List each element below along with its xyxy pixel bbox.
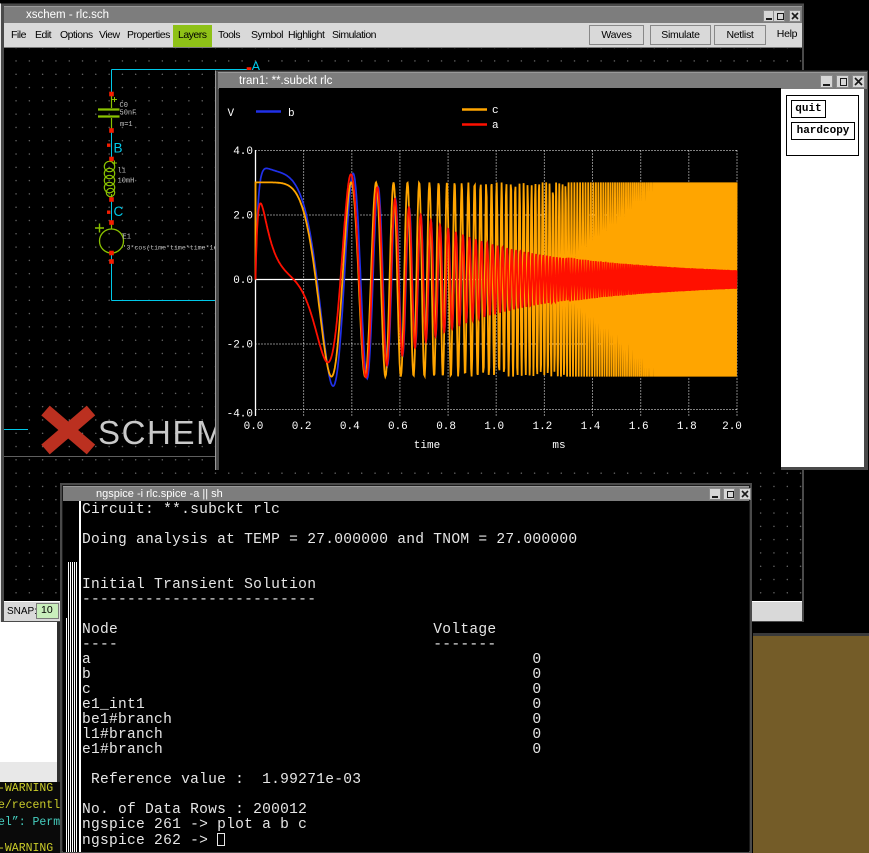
- svg-text:SCHEM: SCHEM: [98, 414, 225, 451]
- svg-text:1.8: 1.8: [677, 421, 697, 433]
- svg-text:0.2: 0.2: [292, 421, 312, 433]
- svg-text:ms: ms: [552, 440, 565, 452]
- svg-text:0.4: 0.4: [340, 421, 360, 433]
- svg-text:C: C: [114, 204, 124, 219]
- svg-text:1.2: 1.2: [532, 421, 552, 433]
- svg-text:b: b: [288, 108, 295, 120]
- svg-text:E1: E1: [123, 234, 131, 242]
- svg-text:1.6: 1.6: [629, 421, 649, 433]
- svg-text:10mH: 10mH: [118, 178, 135, 186]
- svg-text:c: c: [492, 105, 499, 117]
- svg-text:0.6: 0.6: [388, 421, 408, 433]
- svg-text:2.0: 2.0: [233, 211, 253, 223]
- svg-text:l1: l1: [118, 168, 126, 176]
- svg-text:0.0: 0.0: [244, 421, 264, 433]
- svg-text:-2.0: -2.0: [227, 340, 253, 352]
- svg-text:m=1: m=1: [120, 121, 133, 129]
- svg-text:a: a: [492, 120, 499, 132]
- svg-text:2.0: 2.0: [722, 421, 742, 433]
- svg-text:1.4: 1.4: [581, 421, 601, 433]
- svg-text:50nF: 50nF: [120, 110, 137, 118]
- svg-text:4.0: 4.0: [233, 146, 253, 158]
- svg-text:time: time: [414, 440, 440, 452]
- svg-text:1.0: 1.0: [484, 421, 504, 433]
- svg-text:-4.0: -4.0: [227, 409, 253, 421]
- svg-text:B: B: [114, 141, 123, 156]
- svg-text:0.8: 0.8: [436, 421, 456, 433]
- svg-text:V: V: [228, 108, 235, 120]
- svg-text:0.0: 0.0: [233, 275, 253, 287]
